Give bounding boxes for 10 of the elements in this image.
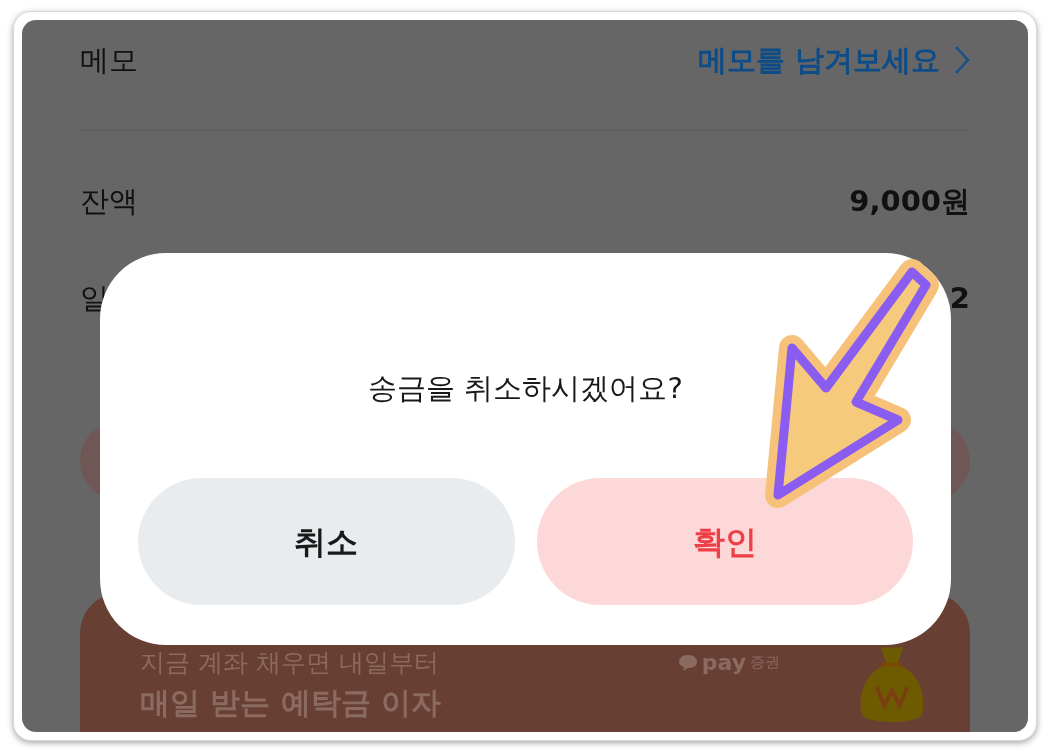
dialog-message: 송금을 취소하시겠어요? — [368, 370, 683, 407]
row-value: 2 — [949, 280, 970, 316]
row-label: 잔액 — [80, 183, 138, 219]
row-value: 9,000원 — [849, 183, 970, 219]
memo-link[interactable]: 메모를 남겨보세요 — [697, 42, 970, 78]
chevron-right-icon — [954, 45, 970, 75]
row-label: 메모 — [80, 42, 138, 78]
confirm-button[interactable]: 확인 — [536, 478, 913, 605]
speech-bubble-icon — [677, 653, 698, 672]
cancel-button[interactable]: 취소 — [138, 478, 515, 605]
